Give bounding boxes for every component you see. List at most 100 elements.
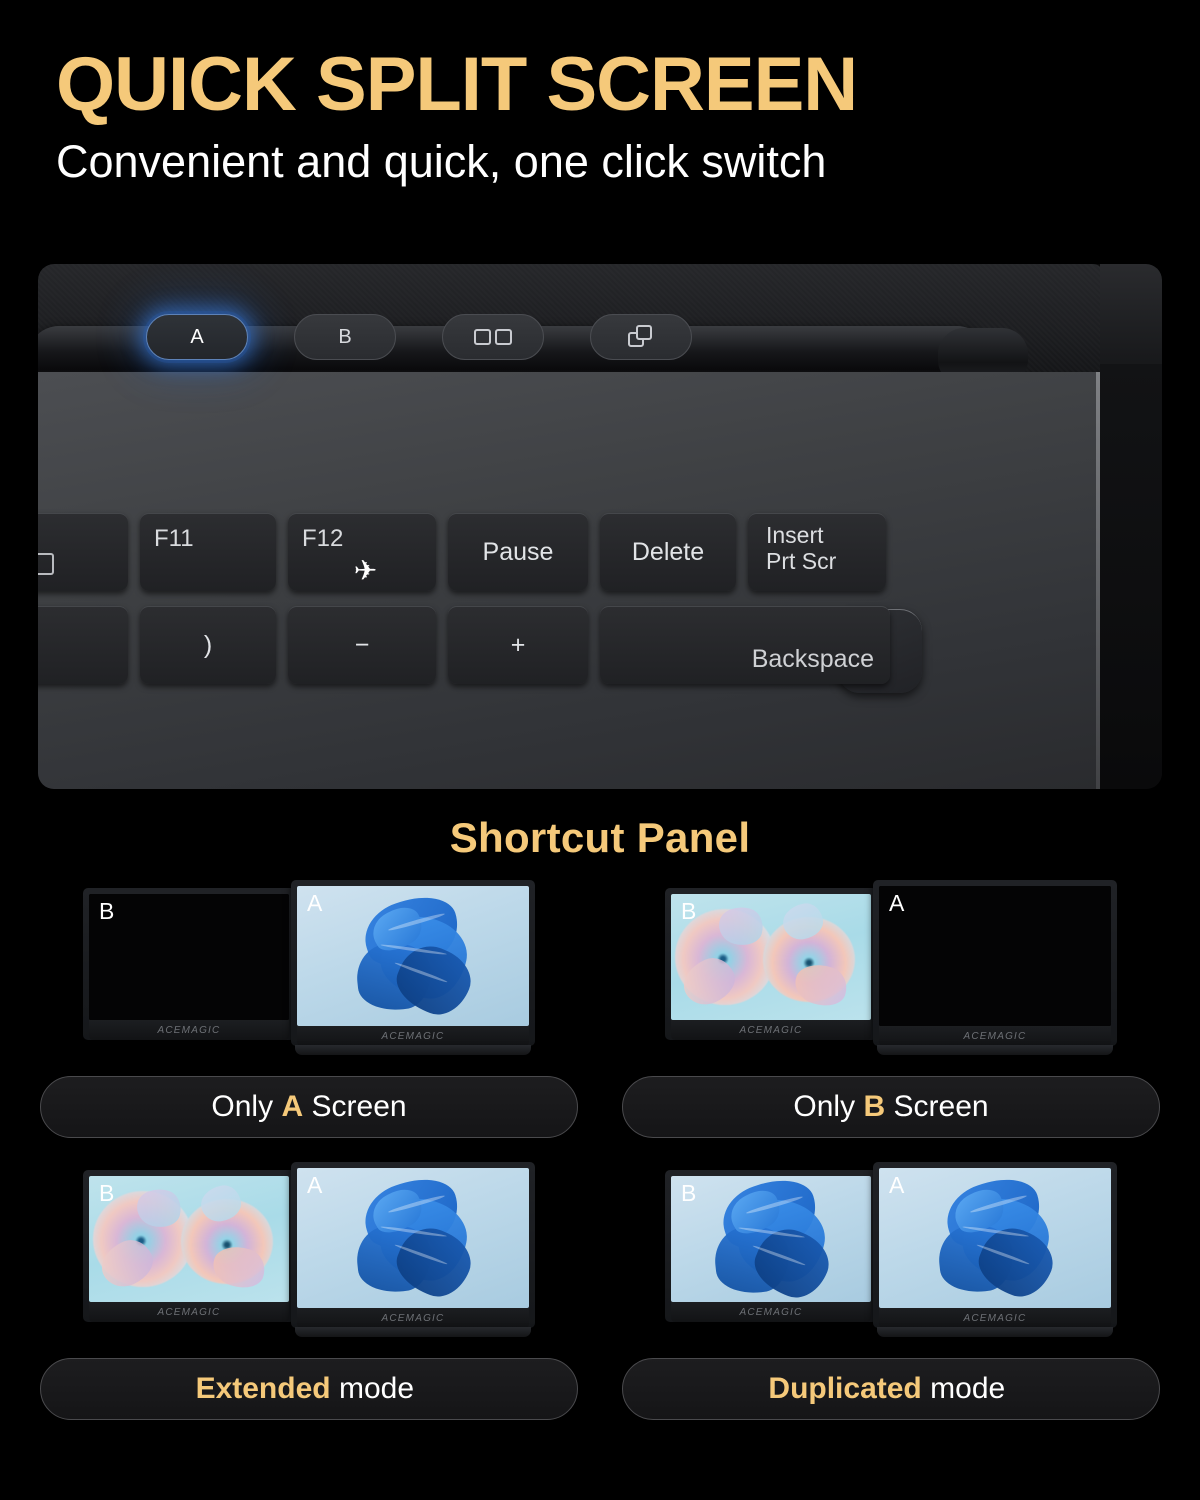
product-photo: A B F11 F12 ✈ Pause Delete Insert Prt Sc… [38, 264, 1162, 789]
screen-a-letter: A [889, 890, 905, 916]
brand-logo: ACEMAGIC [739, 1024, 803, 1036]
wallpaper-flowers [89, 1176, 289, 1302]
monitor-a: A ACEMAGIC [873, 1162, 1117, 1337]
screen-b: B [671, 1176, 871, 1302]
shortcut-button-b[interactable]: B [294, 314, 396, 360]
screen-b-letter: B [99, 898, 115, 924]
mode-label-accent: Duplicated [768, 1372, 922, 1405]
monitor-stand [295, 1045, 531, 1055]
shortcut-button-b-label: B [338, 325, 352, 348]
key-pause[interactable]: Pause [448, 513, 588, 591]
brand-logo: ACEMAGIC [381, 1030, 445, 1042]
monitor-a-chin: ACEMAGIC [297, 1308, 529, 1328]
key-minus[interactable]: − [288, 606, 436, 684]
airplane-mode-icon: ✈ [353, 555, 378, 587]
mode-grid: B ACEMAGIC A ACEMAGIC Only A Screen B AC… [40, 880, 1160, 1420]
screen-b-letter: B [681, 898, 697, 924]
mode-label-extended-mode[interactable]: Extended mode [40, 1358, 578, 1420]
brand-logo: ACEMAGIC [963, 1030, 1027, 1042]
key-f11[interactable]: F11 [140, 513, 276, 591]
wallpaper-off [879, 886, 1111, 1026]
dual-monitor-illustration: B ACEMAGIC A ACEMAGIC [622, 1162, 1160, 1340]
monitor-b-chin: ACEMAGIC [89, 1302, 289, 1322]
key-parenthesis[interactable]: ) [140, 606, 276, 684]
monitor-b: B ACEMAGIC [83, 888, 295, 1040]
screen-b: B [89, 894, 289, 1020]
mode-label-suffix: mode [338, 1372, 415, 1405]
screen-icon [38, 553, 54, 575]
deck-rail [1096, 372, 1100, 789]
mode-label-duplicated-mode[interactable]: Duplicated mode [622, 1358, 1160, 1420]
screen-a-letter: A [307, 890, 323, 916]
brand-logo: ACEMAGIC [157, 1024, 221, 1036]
page-subtitle: Convenient and quick, one click switch [56, 135, 827, 187]
mode-label-suffix: Screen [311, 1090, 407, 1123]
keyboard-number-row: ) − + Backspace [38, 606, 890, 684]
shortcut-button-duplicate[interactable] [590, 314, 692, 360]
key-delete[interactable]: Delete [600, 513, 736, 591]
mode-label-accent: A [281, 1090, 304, 1123]
split-screen-icon [474, 329, 512, 345]
brand-logo: ACEMAGIC [381, 1312, 445, 1324]
monitor-a-chin: ACEMAGIC [297, 1026, 529, 1046]
screen-a: A [879, 886, 1111, 1026]
wallpaper-windows-bloom [297, 886, 529, 1026]
monitor-stand [877, 1327, 1113, 1337]
wallpaper-windows-bloom [671, 1176, 871, 1302]
mode-card-extended-mode[interactable]: B ACEMAGIC A ACEMAGIC Extended mode [40, 1162, 578, 1420]
mode-card-duplicated-mode[interactable]: B ACEMAGIC A ACEMAGIC Duplicated mode [622, 1162, 1160, 1420]
shortcut-button-split[interactable] [442, 314, 544, 360]
deck-right-edge [1100, 364, 1162, 789]
screen-b: B [89, 1176, 289, 1302]
key-backspace[interactable]: Backspace [600, 606, 890, 684]
monitor-b-chin: ACEMAGIC [671, 1020, 871, 1040]
key-minus-label: − [354, 631, 370, 659]
duplicate-windows-icon [628, 325, 654, 349]
monitor-a-chin: ACEMAGIC [879, 1308, 1111, 1328]
page-title: QUICK SPLIT SCREEN [56, 42, 858, 127]
key-backspace-label: Backspace [751, 645, 874, 673]
dual-monitor-illustration: B ACEMAGIC A ACEMAGIC [622, 880, 1160, 1058]
key-insert-line1: Insert [766, 522, 824, 548]
shortcut-button-a[interactable]: A [146, 314, 248, 360]
brand-logo: ACEMAGIC [157, 1306, 221, 1318]
mode-label-suffix: Screen [893, 1090, 989, 1123]
monitor-stand [877, 1045, 1113, 1055]
monitor-a: A ACEMAGIC [873, 880, 1117, 1055]
mode-label-accent: Extended [195, 1372, 331, 1405]
section-title: Shortcut Panel [449, 814, 751, 861]
promo-page: QUICK SPLIT SCREEN Convenient and quick,… [0, 0, 1200, 1500]
mode-label-only-b-screen[interactable]: Only B Screen [622, 1076, 1160, 1138]
mode-label-accent: B [863, 1090, 886, 1123]
mode-label-only-a-screen[interactable]: Only A Screen [40, 1076, 578, 1138]
header: QUICK SPLIT SCREEN Convenient and quick,… [0, 0, 1200, 185]
mode-card-only-a-screen[interactable]: B ACEMAGIC A ACEMAGIC Only A Screen [40, 880, 578, 1138]
monitor-a-chin: ACEMAGIC [879, 1026, 1111, 1046]
key-plus[interactable]: + [448, 606, 588, 684]
brand-logo: ACEMAGIC [739, 1306, 803, 1318]
shortcut-button-row: A B [146, 314, 692, 360]
monitor-stand [295, 1327, 531, 1337]
key-insert-line2: Prt Scr [766, 548, 837, 575]
key-blank-left[interactable] [38, 606, 128, 684]
key-f12[interactable]: F12 ✈ [288, 513, 436, 591]
monitor-b-chin: ACEMAGIC [671, 1302, 871, 1322]
dual-monitor-illustration: B ACEMAGIC A ACEMAGIC [40, 880, 578, 1058]
key-insert-label: Insert Prt Scr [766, 522, 836, 575]
key-insert-prtscr[interactable]: Insert Prt Scr [748, 513, 886, 591]
shortcut-button-a-label: A [190, 325, 204, 348]
mode-card-only-b-screen[interactable]: B ACEMAGIC A ACEMAGIC Only B Screen [622, 880, 1160, 1138]
monitor-b: B ACEMAGIC [665, 888, 877, 1040]
screen-b: B [671, 894, 871, 1020]
key-plus-label: + [510, 631, 526, 659]
wallpaper-flowers [671, 894, 871, 1020]
monitor-b: B ACEMAGIC [665, 1170, 877, 1322]
screen-b-letter: B [681, 1180, 697, 1206]
wallpaper-windows-bloom [879, 1168, 1111, 1308]
key-delete-label: Delete [631, 538, 705, 566]
wallpaper-off [89, 894, 289, 1020]
screen-a: A [297, 886, 529, 1026]
key-screen[interactable] [38, 513, 128, 591]
monitor-a: A ACEMAGIC [291, 880, 535, 1055]
screen-a: A [879, 1168, 1111, 1308]
